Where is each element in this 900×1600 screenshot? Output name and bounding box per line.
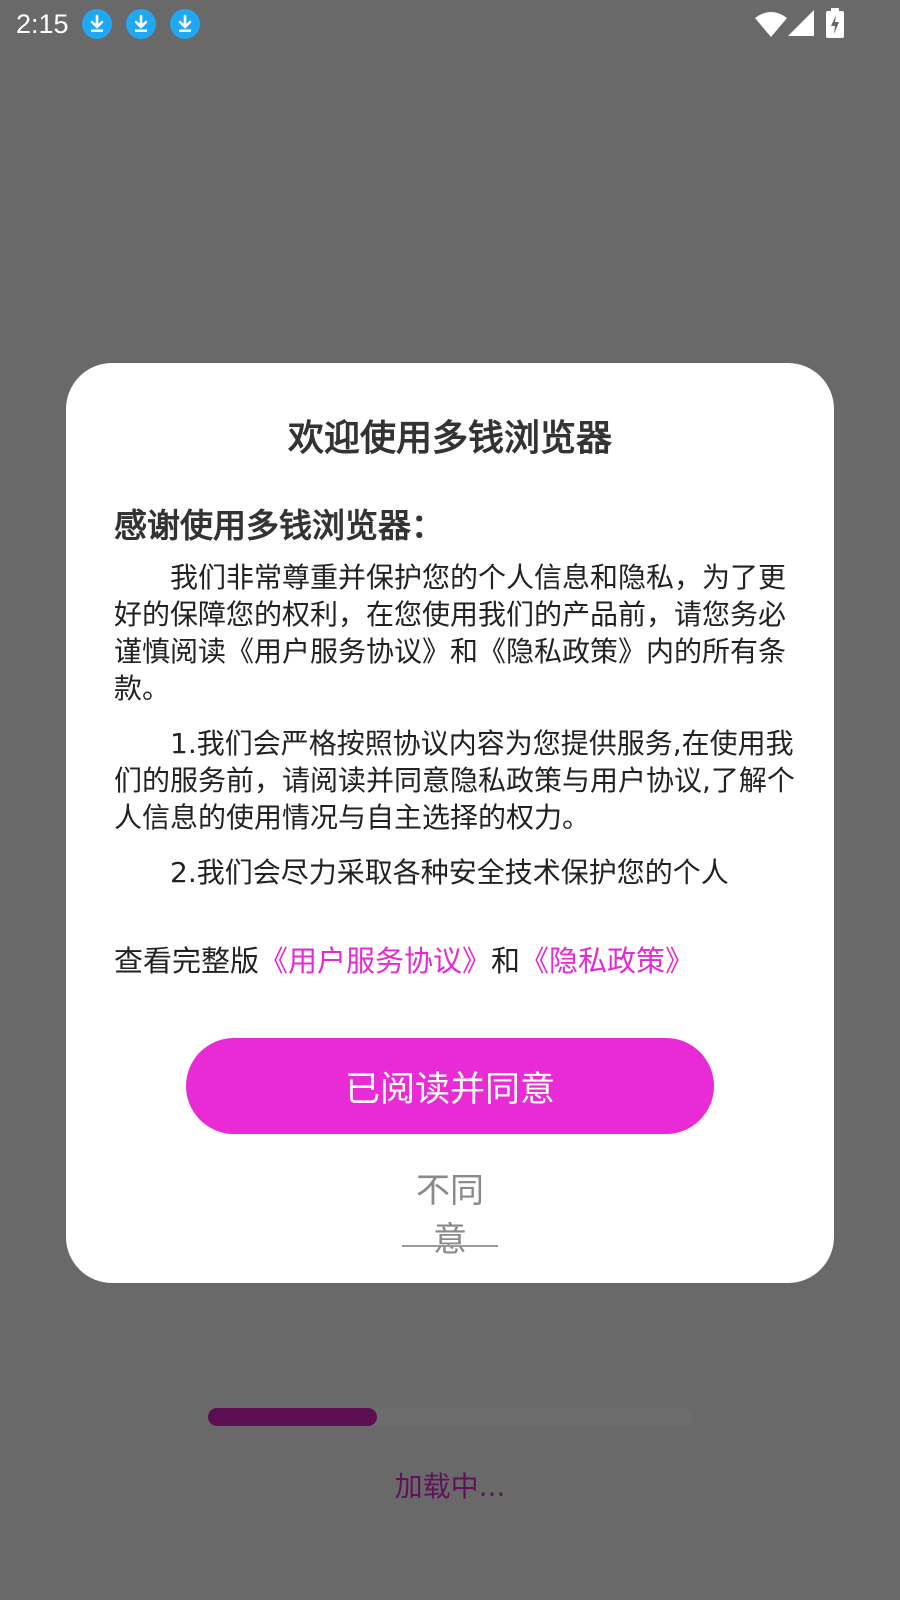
full-version-links: 查看完整版《用户服务协议》和《隐私政策》 <box>114 941 814 981</box>
agree-button[interactable]: 已阅读并同意 <box>186 1038 714 1134</box>
download-icon <box>126 9 156 39</box>
battery-charging-icon <box>826 8 844 38</box>
privacy-policy-link[interactable]: 《隐私政策》 <box>520 944 694 978</box>
status-time: 2:15 <box>16 9 69 39</box>
conjunction-text: 和 <box>491 944 521 978</box>
loading-text: 加载中... <box>394 1470 506 1503</box>
agreement-paragraph: 2.我们会尽力采取各种安全技术保护您的个人 <box>170 856 729 889</box>
agreement-paragraph: 1.我们会严格按照协议内容为您提供服务,在使用我们的服务前，请阅读并同意隐私政策… <box>114 727 795 834</box>
dialog-title: 欢迎使用多钱浏览器 <box>287 418 612 459</box>
disagree-underline <box>402 1245 498 1247</box>
wifi-icon <box>755 12 787 37</box>
loading-progress-fill <box>208 1408 378 1426</box>
cellular-signal-icon <box>788 10 814 36</box>
full-version-prefix: 查看完整版 <box>114 944 260 978</box>
download-icon <box>170 9 200 39</box>
agreement-body-scroll[interactable]: 我们非常尊重并保护您的个人信息和隐私，为了更好的保障您的权利，在您使用我们的产品… <box>114 559 804 925</box>
dialog-heading[interactable]: 感谢使用多钱浏览器： <box>114 503 794 549</box>
status-bar: 2:15 <box>0 0 900 48</box>
user-agreement-link[interactable]: 《用户服务协议》 <box>259 944 491 978</box>
loading-progress-bar <box>208 1408 692 1426</box>
disagree-button[interactable]: 不同意 <box>400 1163 500 1260</box>
privacy-dialog: 欢迎使用多钱浏览器 感谢使用多钱浏览器： 我们非常尊重并保护您的个人信息和隐私，… <box>66 363 834 1283</box>
download-icon <box>82 9 112 39</box>
agreement-paragraph: 我们非常尊重并保护您的个人信息和隐私，为了更好的保障您的权利，在您使用我们的产品… <box>114 561 787 705</box>
